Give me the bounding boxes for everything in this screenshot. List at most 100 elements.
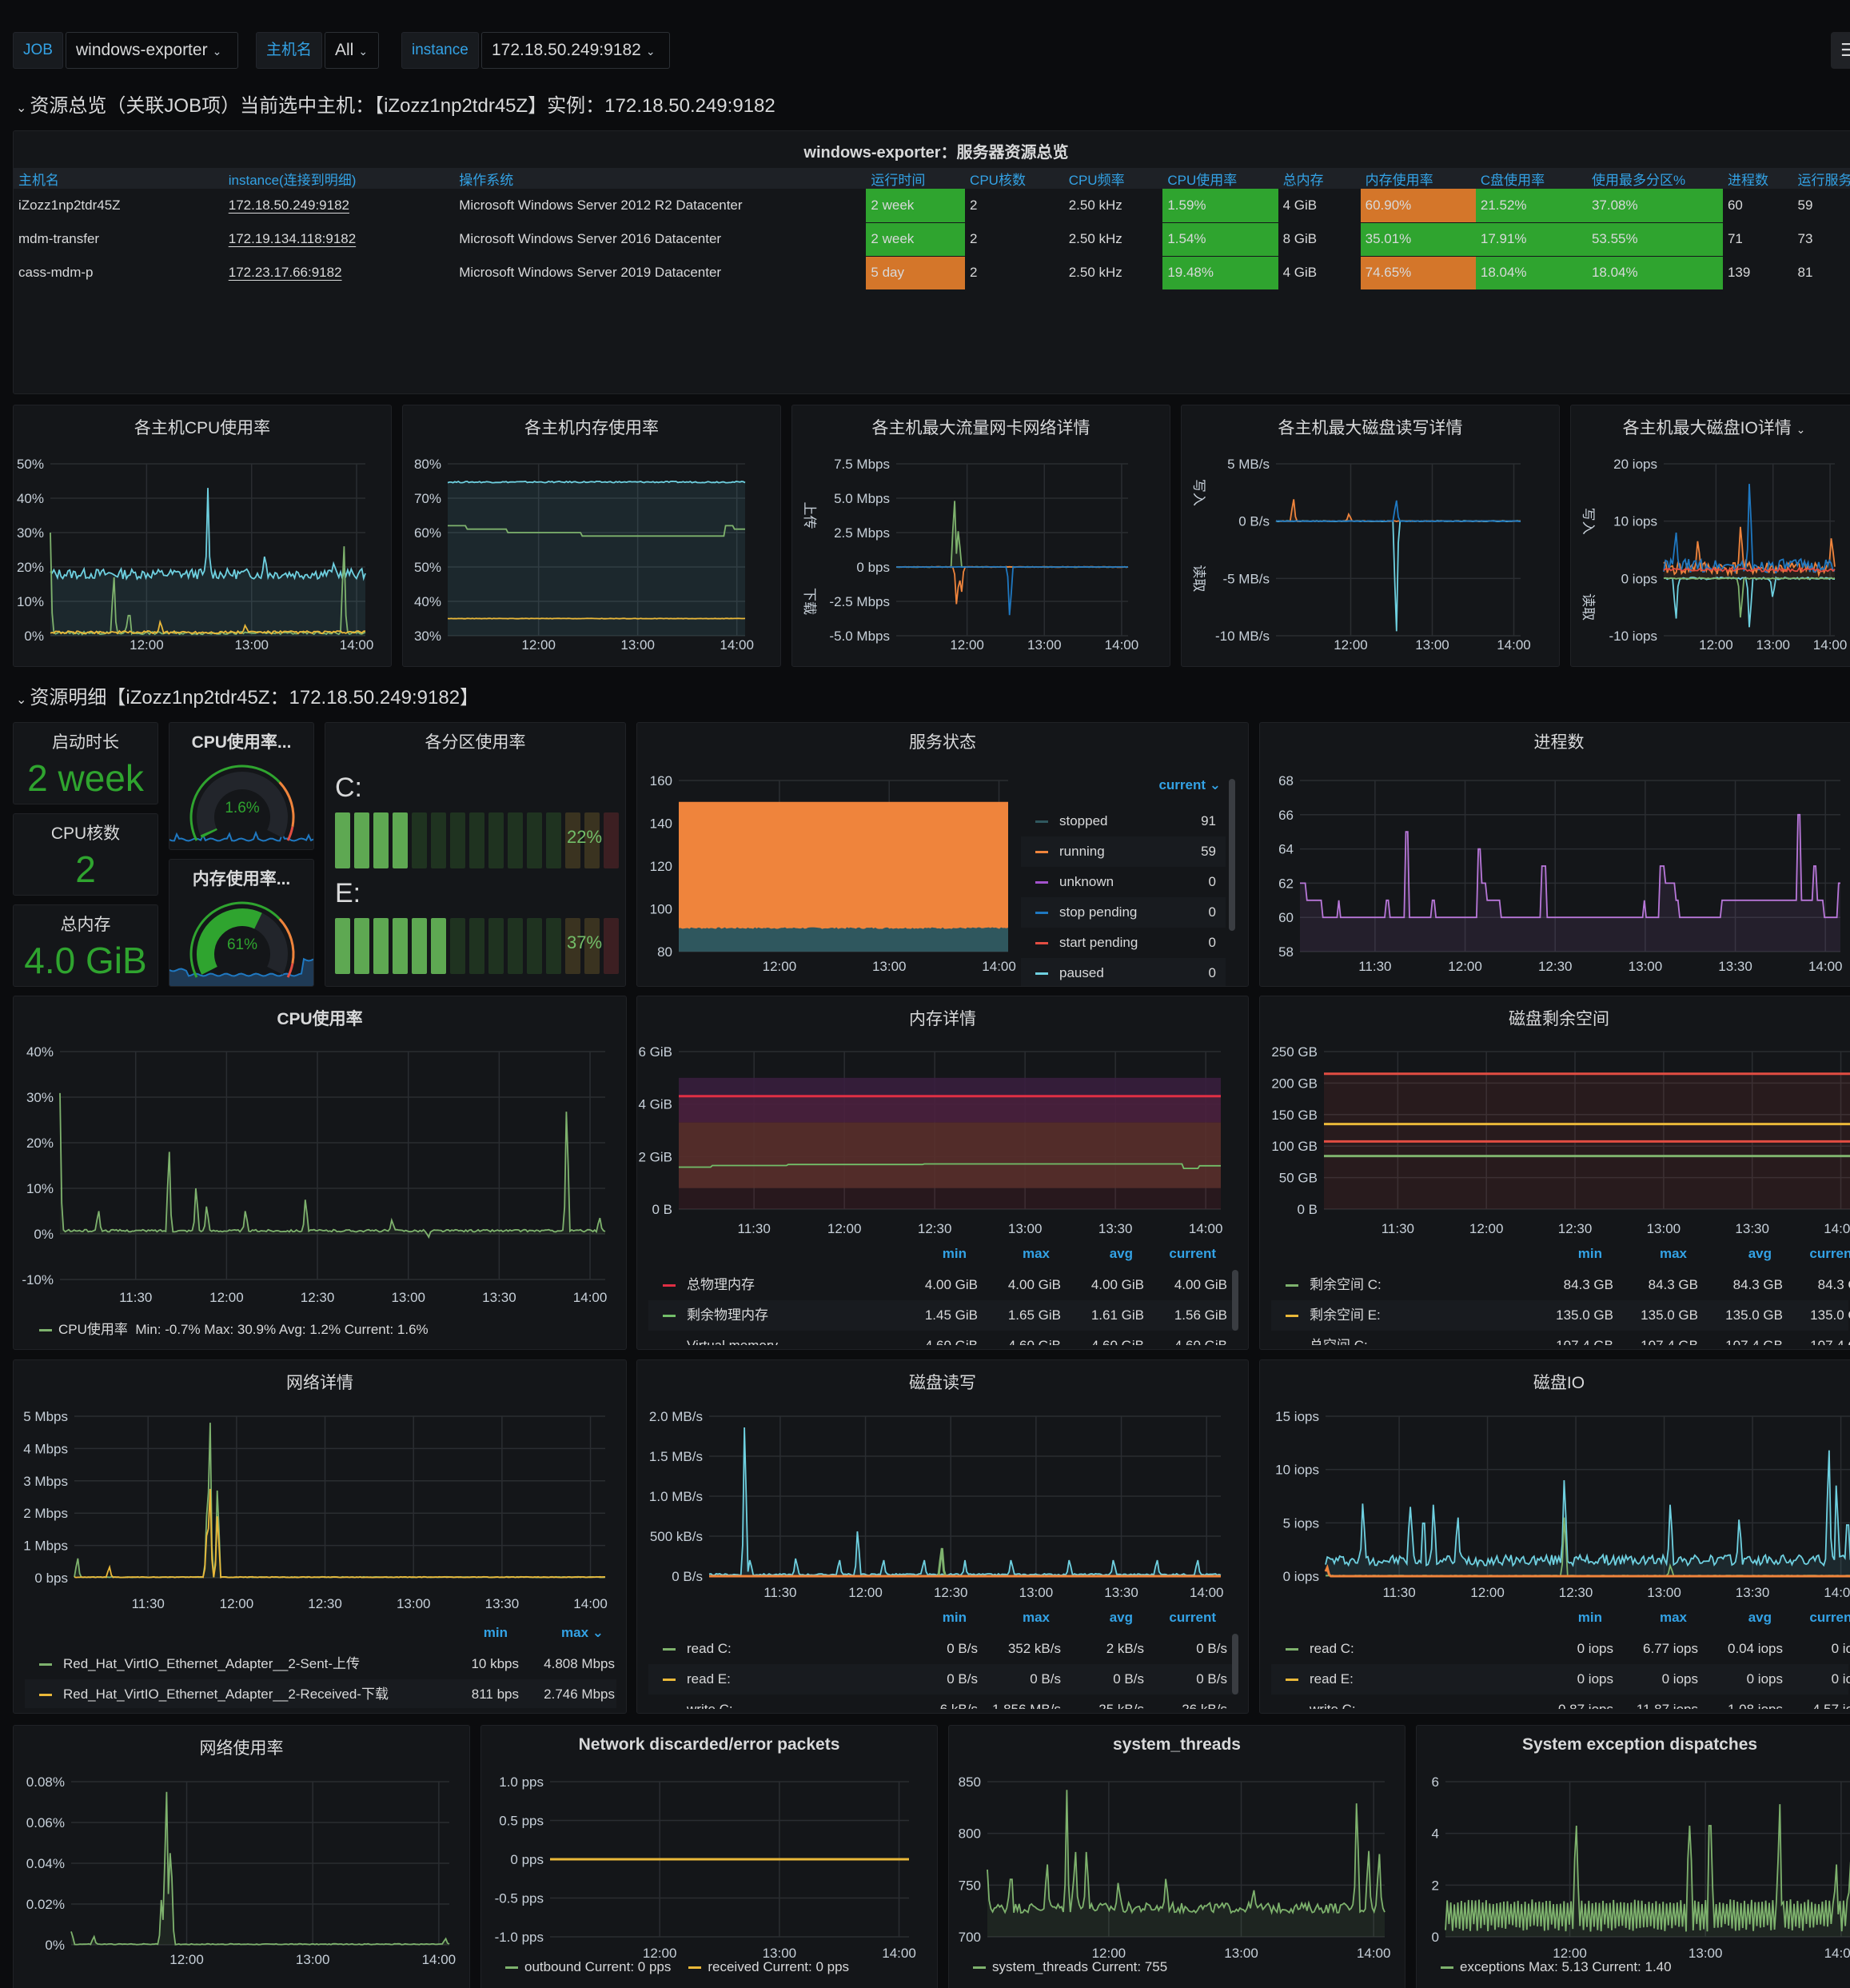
column-header[interactable]: 总内存 bbox=[1278, 168, 1361, 189]
legend-item[interactable]: paused 0 bbox=[1021, 958, 1226, 986]
x-tick-label: 14:00 bbox=[573, 1596, 608, 1611]
legend-item[interactable]: outbound Current: 0 pps bbox=[505, 1959, 671, 1974]
legend-item[interactable]: exceptions Max: 5.13 Current: 1.40 bbox=[1441, 1959, 1672, 1974]
legend-swatch bbox=[663, 1648, 676, 1651]
legend-item[interactable]: 总物理内存 4.00 GiB 4.00 GiB 4.00 GiB 4.00 GiB bbox=[648, 1270, 1238, 1300]
legend-column-header[interactable]: current bbox=[1133, 1610, 1216, 1626]
legend-item[interactable]: stop pending 0 bbox=[1021, 897, 1226, 928]
legend-column-header[interactable]: current bbox=[1133, 1246, 1216, 1262]
x-tick-label: 14:00 bbox=[1190, 1585, 1224, 1600]
legend-item[interactable]: read E: 0 B/s 0 B/s 0 B/s 0 B/s bbox=[648, 1664, 1238, 1695]
chart-processes[interactable]: 58 60 62 64 66 68 11:30 12:00 12:30 13:00 13:30 14:… bbox=[1260, 723, 1850, 987]
column-header[interactable]: instance(连接到明细) bbox=[223, 168, 455, 189]
legend-item[interactable]: stopped 91 bbox=[1021, 806, 1226, 836]
legend-column-header[interactable]: avg bbox=[1687, 1246, 1772, 1262]
legend-scrollbar[interactable] bbox=[1229, 779, 1235, 931]
table-cell[interactable]: 172.18.50.249:9182 bbox=[223, 189, 455, 223]
legend-item[interactable]: write C: 0.87 iops11.87 iops1.08 iops4.57… bbox=[1271, 1695, 1850, 1709]
legend-column-header[interactable]: max bbox=[967, 1610, 1050, 1626]
instance-link[interactable]: 172.19.134.118:9182 bbox=[229, 231, 356, 246]
legend-value: 1.65 GiB bbox=[1007, 1307, 1061, 1323]
legend-item[interactable]: write C: 6 kB/s1.856 MB/s25 kB/s26 kB/s bbox=[648, 1695, 1238, 1709]
legend-item[interactable]: 剩余空间 C: 84.3 GB 84.3 GB 84.3 GB 84.3 GB bbox=[1271, 1270, 1850, 1300]
y-tick-label: 0 B/s bbox=[672, 1569, 703, 1584]
legend-column-header[interactable]: min bbox=[1517, 1246, 1602, 1262]
column-header[interactable]: 运行服务 bbox=[1792, 168, 1850, 189]
legend-sort-current[interactable]: current ⌄ bbox=[1158, 777, 1221, 793]
chart-disk-hosts[interactable]: -10 MB/s -5 MB/s 0 B/s 5 MB/s 12:00 13:00 14:0… bbox=[1182, 405, 1560, 667]
legend-column-header[interactable]: min bbox=[883, 1610, 967, 1626]
instance-variable-select[interactable]: 172.18.50.249:9182 ⌄ bbox=[481, 32, 670, 69]
legend-column-header[interactable]: max bbox=[1602, 1610, 1687, 1626]
column-header[interactable]: 操作系统 bbox=[454, 168, 867, 189]
column-header[interactable]: CPU核数 bbox=[965, 168, 1064, 189]
legend-item[interactable]: Red_Hat_VirtIO_Ethernet_Adapter__2-Sent-… bbox=[25, 1649, 616, 1679]
host-variable-select[interactable]: All ⌄ bbox=[325, 32, 379, 69]
legend-item[interactable]: 剩余空间 E: 135.0 GB 135.0 GB 135.0 GB 135.0 GB bbox=[1271, 1300, 1850, 1331]
instance-link[interactable]: 172.18.50.249:9182 bbox=[229, 198, 349, 213]
column-header[interactable]: 使用最多分区% bbox=[1586, 168, 1723, 189]
legend-item[interactable]: running 59 bbox=[1021, 836, 1226, 867]
legend-column-header[interactable]: max ⌄ bbox=[508, 1625, 604, 1641]
table-cell[interactable]: 172.23.17.66:9182 bbox=[223, 256, 455, 290]
legend-label: read E: bbox=[687, 1671, 731, 1687]
y-axis-label-bottom: 读取 bbox=[1581, 593, 1596, 621]
legend-column-header[interactable]: max bbox=[967, 1246, 1050, 1262]
legend-column-header[interactable]: avg bbox=[1050, 1610, 1133, 1626]
column-header[interactable]: 进程数 bbox=[1722, 168, 1793, 189]
legend-column-header[interactable]: min bbox=[883, 1246, 967, 1262]
legend-column-header[interactable]: current bbox=[1772, 1246, 1850, 1262]
legend-item[interactable]: 剩余物理内存 1.45 GiB 1.65 GiB 1.61 GiB 1.56 GiB bbox=[648, 1300, 1238, 1331]
panel-title[interactable]: 各主机最大磁盘IO详情 ⌄ bbox=[1571, 415, 1850, 439]
column-header[interactable]: CPU使用率 bbox=[1162, 168, 1278, 189]
legend-scrollbar[interactable] bbox=[1232, 1634, 1238, 1695]
legend-value: 0 iops bbox=[1831, 1671, 1850, 1687]
legend-item[interactable]: read C: 0 iops 6.77 iops 0.04 iops 0 iops bbox=[1271, 1634, 1850, 1664]
legend-column-header[interactable]: max bbox=[1602, 1246, 1687, 1262]
column-header[interactable]: 运行时间 bbox=[866, 168, 966, 189]
legend-column-header[interactable]: min bbox=[1517, 1610, 1602, 1626]
legend-item[interactable]: unknown 0 bbox=[1021, 867, 1226, 897]
legend-item[interactable]: Red_Hat_VirtIO_Ethernet_Adapter__2-Recei… bbox=[25, 1679, 616, 1708]
cpu-legend[interactable]: CPU使用率 Min: -0.7% Max: 30.9% Avg: 1.2% C… bbox=[39, 1318, 429, 1338]
chart-exceptions[interactable]: 024612:0013:0014:00 bbox=[1417, 1726, 1850, 1988]
column-header[interactable]: C盘使用率 bbox=[1475, 168, 1587, 189]
chart-io-hosts[interactable]: -10 iops 0 iops 10 iops 20 iops 12:00 13:00 14… bbox=[1571, 405, 1850, 667]
chart-net-hosts[interactable]: -5.0 Mbps -2.5 Mbps 0 bps 2.5 Mbps 5.0 Mbps 7… bbox=[792, 405, 1170, 667]
legend-column-header[interactable]: min bbox=[412, 1625, 508, 1641]
legend-label: read C: bbox=[687, 1641, 732, 1656]
chart-threads[interactable]: 70075080085012:00 13:00 14:00 bbox=[949, 1726, 1405, 1988]
chart-cpu-hosts[interactable]: 0% 10% 20% 30% 40% 50% 12:00 13:00 14:00 bbox=[14, 405, 392, 667]
column-header[interactable]: CPU频率 bbox=[1063, 168, 1163, 189]
legend-column-header[interactable]: avg bbox=[1050, 1246, 1133, 1262]
stat-value: 2 week bbox=[27, 757, 144, 799]
partition-value: 37% bbox=[567, 932, 603, 952]
legend-item[interactable]: read E: 0 iops 0 iops 0 iops 0 iops bbox=[1271, 1664, 1850, 1695]
chart-net-errors[interactable]: -1.0 pps-0.5 pps0 pps0.5 pps1.0 pps12:00… bbox=[481, 1726, 938, 1988]
legend-scrollbar[interactable] bbox=[1232, 1270, 1238, 1331]
row-detail-title[interactable]: ⌄ 资源明细【iZozz1np2tdr45Z：172.18.50.249:9182… bbox=[16, 681, 479, 709]
hamburger-menu-icon[interactable]: ☰ bbox=[1831, 32, 1850, 69]
series-line-0 bbox=[895, 501, 1129, 569]
legend-item[interactable]: read C: 0 B/s 352 kB/s 2 kB/s 0 B/s bbox=[648, 1634, 1238, 1664]
chart-cpu[interactable]: -10% 0% 10% 20% 30% 40% 11:30 12:00 12:30 13:00 13… bbox=[14, 996, 627, 1350]
legend-value: 0 B/s bbox=[1196, 1671, 1227, 1687]
job-variable-select[interactable]: windows-exporter ⌄ bbox=[66, 32, 238, 69]
legend-column-header[interactable]: current bbox=[1772, 1610, 1850, 1626]
column-header[interactable]: 内存使用率 bbox=[1360, 168, 1476, 189]
chevron-down-icon: ⌄ bbox=[212, 45, 222, 58]
legend-item[interactable]: received Current: 0 pps bbox=[688, 1959, 849, 1974]
chart-net-util[interactable]: 0% 0.02% 0.04% 0.06% 0.08% 12:00 13:00 14:00 bbox=[14, 1726, 470, 1988]
x-tick-label: 14:00 bbox=[422, 1952, 457, 1967]
legend-item[interactable]: Virtual memory4.60 GiB4.60 GiB4.60 GiB4.… bbox=[648, 1331, 1238, 1345]
column-header[interactable]: 主机名 bbox=[14, 168, 224, 189]
legend-item[interactable]: 总空间 C:107.4 GB107.4 GB107.4 GB107.4 GB bbox=[1271, 1331, 1850, 1345]
legend-column-header[interactable]: avg bbox=[1687, 1610, 1772, 1626]
legend-item[interactable]: start pending 0 bbox=[1021, 928, 1226, 958]
chart-mem-hosts[interactable]: 30% 40% 50% 60% 70% 80% 12:00 13:00 14:00 bbox=[403, 405, 781, 667]
x-tick-label: 12:00 bbox=[827, 1221, 862, 1236]
legend-item[interactable]: system_threads Current: 755 bbox=[973, 1959, 1167, 1974]
row-overview-title[interactable]: ⌄ 资源总览（关联JOB项）当前选中主机：【iZozz1np2tdr45Z】实例：… bbox=[16, 90, 775, 118]
table-cell[interactable]: 172.19.134.118:9182 bbox=[223, 222, 455, 257]
instance-link[interactable]: 172.23.17.66:9182 bbox=[229, 265, 342, 280]
